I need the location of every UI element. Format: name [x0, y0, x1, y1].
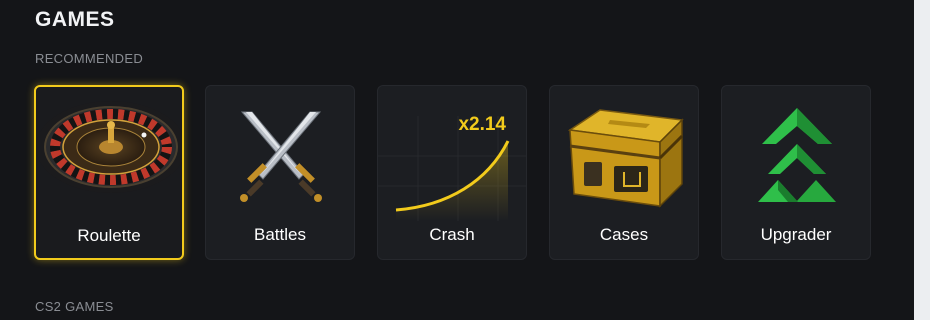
game-card-roulette[interactable]: Roulette — [34, 85, 184, 260]
section-recommended-label: RECOMMENDED — [35, 51, 144, 66]
crash-curve-icon — [378, 116, 526, 221]
game-label-roulette: Roulette — [77, 226, 141, 245]
roulette-wheel-icon — [36, 101, 182, 193]
game-card-crash[interactable]: x2.14 Crash — [377, 85, 527, 260]
scrollbar-track[interactable] — [914, 0, 930, 320]
game-label-cases: Cases — [599, 225, 649, 244]
game-card-upgrader[interactable]: Upgrader — [721, 85, 871, 260]
games-panel: GAMES RECOMMENDED Roulette Battles x2.14… — [0, 0, 914, 320]
case-chest-icon — [567, 109, 684, 208]
crash-multiplier: x2.14 — [458, 114, 506, 135]
game-label-battles: Battles — [254, 225, 306, 244]
game-label-upgrader: Upgrader — [760, 225, 832, 244]
game-card-battles[interactable]: Battles — [205, 85, 355, 260]
page-title: GAMES — [35, 8, 115, 31]
upgrade-arrows-icon — [758, 108, 836, 202]
game-card-cases[interactable]: Cases — [549, 85, 699, 260]
section-cs2-label: CS2 GAMES — [35, 299, 114, 314]
game-label-crash: Crash — [429, 225, 475, 244]
crossed-swords-icon — [240, 111, 322, 202]
